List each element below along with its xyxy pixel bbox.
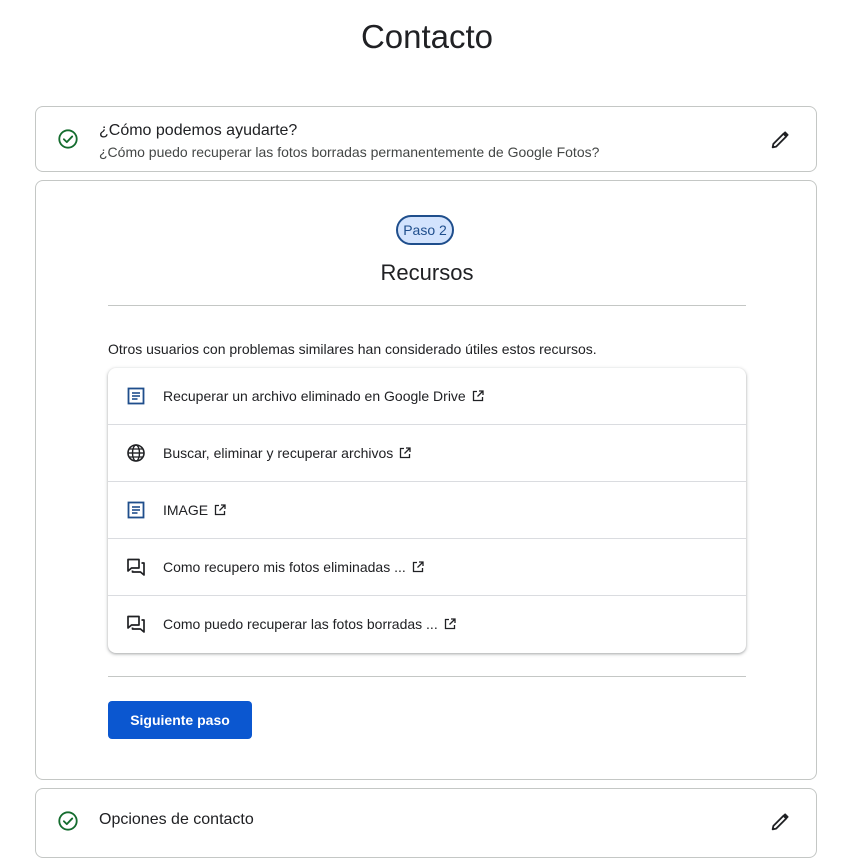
- resource-item[interactable]: Buscar, eliminar y recuperar archivos: [108, 425, 746, 482]
- check-circle-icon: [58, 129, 78, 149]
- resource-label: Como recupero mis fotos eliminadas ...: [163, 559, 406, 575]
- pencil-icon[interactable]: [769, 811, 791, 833]
- check-circle-icon: [58, 811, 78, 831]
- section-title: Recursos: [380, 260, 474, 285]
- resource-link[interactable]: Buscar, eliminar y recuperar archivos: [163, 445, 411, 461]
- globe-icon: [127, 444, 145, 462]
- step1-heading: ¿Cómo podemos ayudarte?: [99, 122, 298, 139]
- step1-subtitle: ¿Cómo puedo recuperar las fotos borradas…: [99, 144, 600, 160]
- resource-label: IMAGE: [163, 502, 209, 518]
- resource-link[interactable]: Como puedo recuperar las fotos borradas …: [163, 616, 456, 632]
- open-in-new-icon: [472, 390, 484, 402]
- article-icon: [127, 501, 145, 519]
- resources-intro: Otros usuarios con problemas similares h…: [108, 341, 597, 357]
- page-title: Contacto: [360, 18, 494, 55]
- resource-link[interactable]: IMAGE: [163, 502, 226, 518]
- next-step-button[interactable]: Siguiente paso: [108, 701, 252, 739]
- divider: [108, 676, 746, 677]
- resource-link[interactable]: Recuperar un archivo eliminado en Google…: [163, 388, 484, 404]
- resource-list: Recuperar un archivo eliminado en Google…: [108, 368, 746, 653]
- pencil-icon[interactable]: [769, 129, 791, 151]
- resource-item[interactable]: IMAGE: [108, 482, 746, 539]
- forum-icon: [127, 558, 145, 576]
- step-badge: Paso 2: [396, 215, 454, 245]
- step3-card: Opciones de contacto: [35, 788, 817, 858]
- open-in-new-icon: [214, 504, 226, 516]
- open-in-new-icon: [412, 561, 424, 573]
- resource-link[interactable]: Como recupero mis fotos eliminadas ...: [163, 559, 424, 575]
- open-in-new-icon: [400, 447, 411, 459]
- article-icon: [127, 387, 145, 405]
- resource-label: Como puedo recuperar las fotos borradas …: [163, 616, 438, 632]
- step1-card: ¿Cómo podemos ayudarte? ¿Cómo puedo recu…: [35, 106, 817, 172]
- resource-item[interactable]: Recuperar un archivo eliminado en Google…: [108, 368, 746, 425]
- resource-item[interactable]: Como recupero mis fotos eliminadas ...: [108, 539, 746, 596]
- resource-item[interactable]: Como puedo recuperar las fotos borradas …: [108, 596, 746, 653]
- step3-heading: Opciones de contacto: [99, 811, 254, 828]
- resource-label: Buscar, eliminar y recuperar archivos: [163, 445, 394, 461]
- step2-card: Paso 2 Recursos Otros usuarios con probl…: [35, 180, 817, 780]
- forum-icon: [127, 615, 145, 633]
- resource-label: Recuperar un archivo eliminado en Google…: [163, 388, 466, 404]
- divider: [108, 305, 746, 306]
- open-in-new-icon: [444, 618, 456, 630]
